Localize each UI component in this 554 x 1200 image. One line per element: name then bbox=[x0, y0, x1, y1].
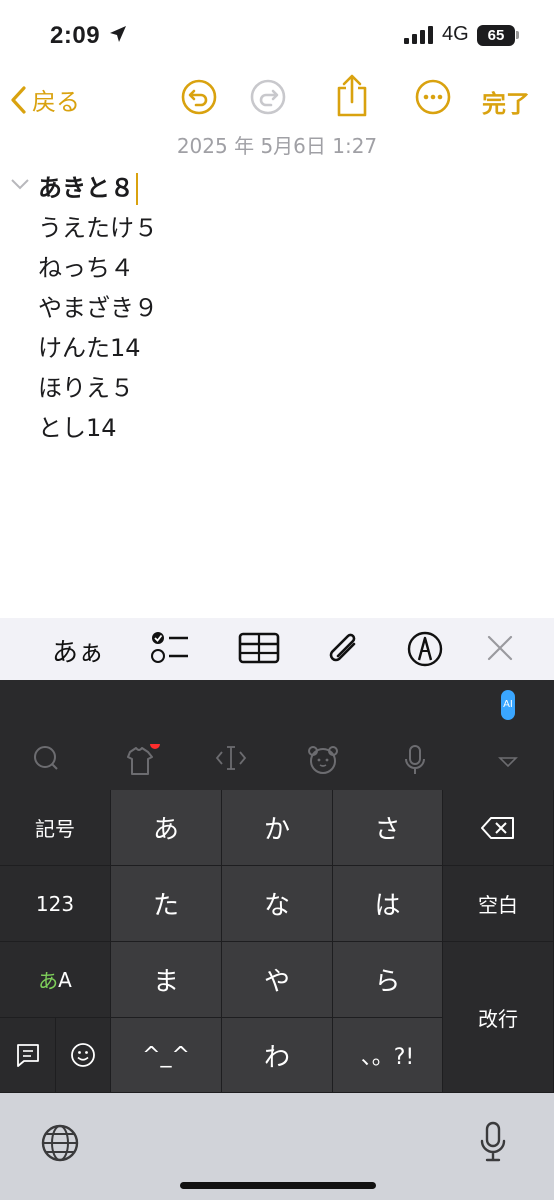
home-indicator[interactable] bbox=[180, 1182, 376, 1189]
delete-icon bbox=[481, 816, 514, 839]
key-symbols[interactable]: 記号 bbox=[0, 790, 111, 866]
table-icon[interactable] bbox=[238, 632, 280, 668]
key-wa[interactable]: わ bbox=[222, 1018, 333, 1093]
key-ra[interactable]: ら bbox=[333, 942, 443, 1018]
note-line[interactable]: ほりえ５ bbox=[38, 368, 158, 408]
key-sa[interactable]: さ bbox=[333, 790, 443, 866]
note-line[interactable]: ねっち４ bbox=[38, 248, 158, 288]
nav-bar: 戻る 完了 bbox=[0, 72, 554, 126]
cursor-icon[interactable] bbox=[214, 744, 248, 776]
key-na[interactable]: な bbox=[222, 866, 333, 942]
markup-icon[interactable] bbox=[406, 630, 444, 672]
share-icon[interactable] bbox=[334, 74, 370, 122]
emoji-icon bbox=[71, 1043, 95, 1067]
mode-alpha-label: A bbox=[58, 967, 72, 992]
return-key[interactable]: 改行 bbox=[443, 942, 554, 1093]
key-a[interactable]: あ bbox=[111, 790, 222, 866]
status-bar: 2:09 4G 65 bbox=[0, 0, 554, 72]
format-toolbar: あぁ bbox=[0, 618, 554, 680]
globe-icon[interactable] bbox=[40, 1123, 80, 1167]
key-punctuation[interactable]: 、。?! bbox=[333, 1018, 443, 1093]
space-key[interactable]: 空白 bbox=[443, 866, 554, 942]
keyboard: AI 記号 あ か さ 123 た な は 空白 あA ま や ら 改行 ^_^… bbox=[0, 680, 554, 1093]
collapse-chevron-icon[interactable] bbox=[10, 176, 30, 195]
tshirt-icon[interactable] bbox=[122, 739, 162, 780]
mode-kana-label: あ bbox=[38, 969, 59, 993]
bear-icon[interactable] bbox=[306, 744, 340, 778]
mic-icon[interactable] bbox=[403, 744, 427, 780]
delete-key[interactable] bbox=[443, 790, 554, 866]
note-body[interactable]: あきと８ うえたけ５ ねっち４ やまざき９ けんた14 ほりえ５ とし14 bbox=[38, 168, 158, 448]
key-ya[interactable]: や bbox=[222, 942, 333, 1018]
key-input-mode[interactable]: あA bbox=[0, 942, 111, 1018]
key-kaomoji[interactable]: ^_^ bbox=[111, 1018, 222, 1093]
key-ka[interactable]: か bbox=[222, 790, 333, 866]
network-type: 4G bbox=[442, 23, 469, 45]
back-label: 戻る bbox=[32, 88, 80, 116]
dismiss-keyboard-icon[interactable] bbox=[498, 754, 518, 773]
text-format-button[interactable]: あぁ bbox=[52, 632, 104, 669]
back-chevron-icon bbox=[11, 85, 26, 114]
more-icon[interactable] bbox=[414, 78, 452, 120]
key-numbers[interactable]: 123 bbox=[0, 866, 111, 942]
checklist-icon[interactable] bbox=[150, 630, 190, 670]
note-date: 2025 年 5月6日 1:27 bbox=[176, 134, 378, 158]
attachment-icon[interactable] bbox=[326, 628, 362, 674]
search-icon[interactable] bbox=[32, 744, 60, 776]
status-time: 2:09 bbox=[50, 22, 101, 49]
emoji-key[interactable] bbox=[56, 1018, 111, 1093]
key-ta[interactable]: た bbox=[111, 866, 222, 942]
note-title[interactable]: あきと８ bbox=[38, 168, 158, 208]
ai-badge[interactable]: AI bbox=[501, 690, 515, 720]
note-line[interactable]: けんた14 bbox=[38, 328, 158, 368]
key-ma[interactable]: ま bbox=[111, 942, 222, 1018]
note-line[interactable]: やまざき９ bbox=[38, 288, 158, 328]
note-line[interactable]: うえたけ５ bbox=[38, 208, 158, 248]
close-icon[interactable] bbox=[486, 634, 514, 666]
location-arrow-icon bbox=[108, 24, 128, 48]
memo-icon bbox=[16, 1044, 39, 1067]
back-button[interactable]: 戻る bbox=[10, 82, 80, 117]
done-button[interactable]: 完了 bbox=[482, 84, 530, 119]
battery-nub bbox=[516, 31, 519, 39]
undo-icon[interactable] bbox=[180, 78, 218, 120]
redo-icon[interactable] bbox=[249, 78, 287, 120]
dictation-mic-icon[interactable] bbox=[478, 1121, 508, 1167]
memo-key[interactable] bbox=[0, 1018, 56, 1093]
text-caret bbox=[136, 173, 138, 205]
key-ha[interactable]: は bbox=[333, 866, 443, 942]
note-line[interactable]: とし14 bbox=[38, 408, 158, 448]
battery-icon: 65 bbox=[477, 25, 515, 46]
signal-icon bbox=[404, 26, 434, 48]
